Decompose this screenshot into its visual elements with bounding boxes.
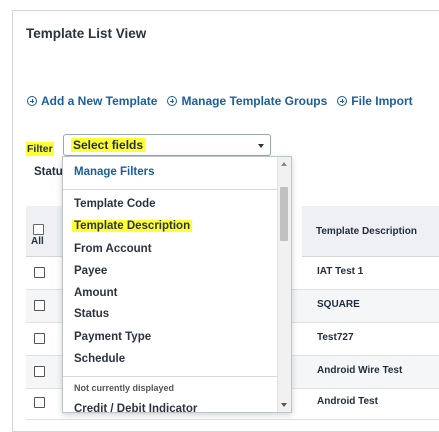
manage-template-groups-link[interactable]: Manage Template Groups <box>167 94 327 108</box>
filter-fields-dropdown: Manage Filters Template Code Template De… <box>62 156 292 413</box>
not-displayed-section-header: Not currently displayed <box>74 383 175 393</box>
row-description: Android Wire Test <box>317 365 403 376</box>
row-description: Test727 <box>317 332 354 343</box>
filter-field-select[interactable]: Select fields <box>63 134 271 156</box>
dropdown-item-status[interactable]: Status <box>74 308 109 320</box>
manage-filters-link[interactable]: Manage Filters <box>74 166 155 178</box>
chevron-down-icon <box>258 144 264 148</box>
scrollbar-thumb[interactable] <box>280 187 288 241</box>
plus-circle-icon <box>27 96 37 106</box>
file-import-label: File Import <box>351 94 413 108</box>
row-checkbox[interactable] <box>34 267 45 278</box>
page-title: Template List View <box>26 26 147 41</box>
action-bar: Add a New Template Manage Template Group… <box>27 94 423 108</box>
row-checkbox[interactable] <box>34 397 45 408</box>
dropdown-divider <box>63 189 277 190</box>
dropdown-item-credit-debit-indicator[interactable]: Credit / Debit Indicator <box>74 403 197 412</box>
row-description: SQUARE <box>317 299 360 310</box>
add-template-link[interactable]: Add a New Template <box>27 94 157 108</box>
file-import-link[interactable]: File Import <box>337 94 413 108</box>
add-template-label: Add a New Template <box>41 94 158 108</box>
scroll-up-arrow-icon[interactable] <box>281 162 287 166</box>
manage-template-groups-label: Manage Template Groups <box>181 94 328 108</box>
dropdown-item-template-description[interactable]: Template Description <box>72 220 193 232</box>
select-all-label: All <box>31 236 44 247</box>
dropdown-item-payment-type[interactable]: Payment Type <box>74 331 151 343</box>
dropdown-scrollbar[interactable] <box>277 157 291 412</box>
row-checkbox[interactable] <box>34 300 45 311</box>
dropdown-item-from-account[interactable]: From Account <box>74 243 152 255</box>
column-header-template-description[interactable]: Template Description <box>302 206 439 257</box>
row-description: Android Test <box>317 396 378 407</box>
filter-label: Filter <box>26 142 54 156</box>
dropdown-item-payee[interactable]: Payee <box>74 265 107 277</box>
row-checkbox[interactable] <box>34 366 45 377</box>
scroll-down-arrow-icon[interactable] <box>281 403 287 407</box>
dropdown-item-schedule[interactable]: Schedule <box>74 353 125 365</box>
select-all-checkbox[interactable] <box>33 224 44 235</box>
status-filter-label: Statu <box>34 166 63 178</box>
plus-circle-icon <box>167 96 178 106</box>
plus-circle-icon <box>337 96 348 106</box>
row-checkbox[interactable] <box>34 333 45 344</box>
table-header-select: All <box>26 206 64 257</box>
row-description: IAT Test 1 <box>317 266 364 277</box>
dropdown-divider <box>63 376 277 377</box>
column-header-label: Template Description <box>316 226 417 237</box>
dropdown-item-template-code[interactable]: Template Code <box>74 198 156 210</box>
dropdown-item-amount[interactable]: Amount <box>74 287 117 299</box>
filter-select-value: Select fields <box>71 138 146 152</box>
